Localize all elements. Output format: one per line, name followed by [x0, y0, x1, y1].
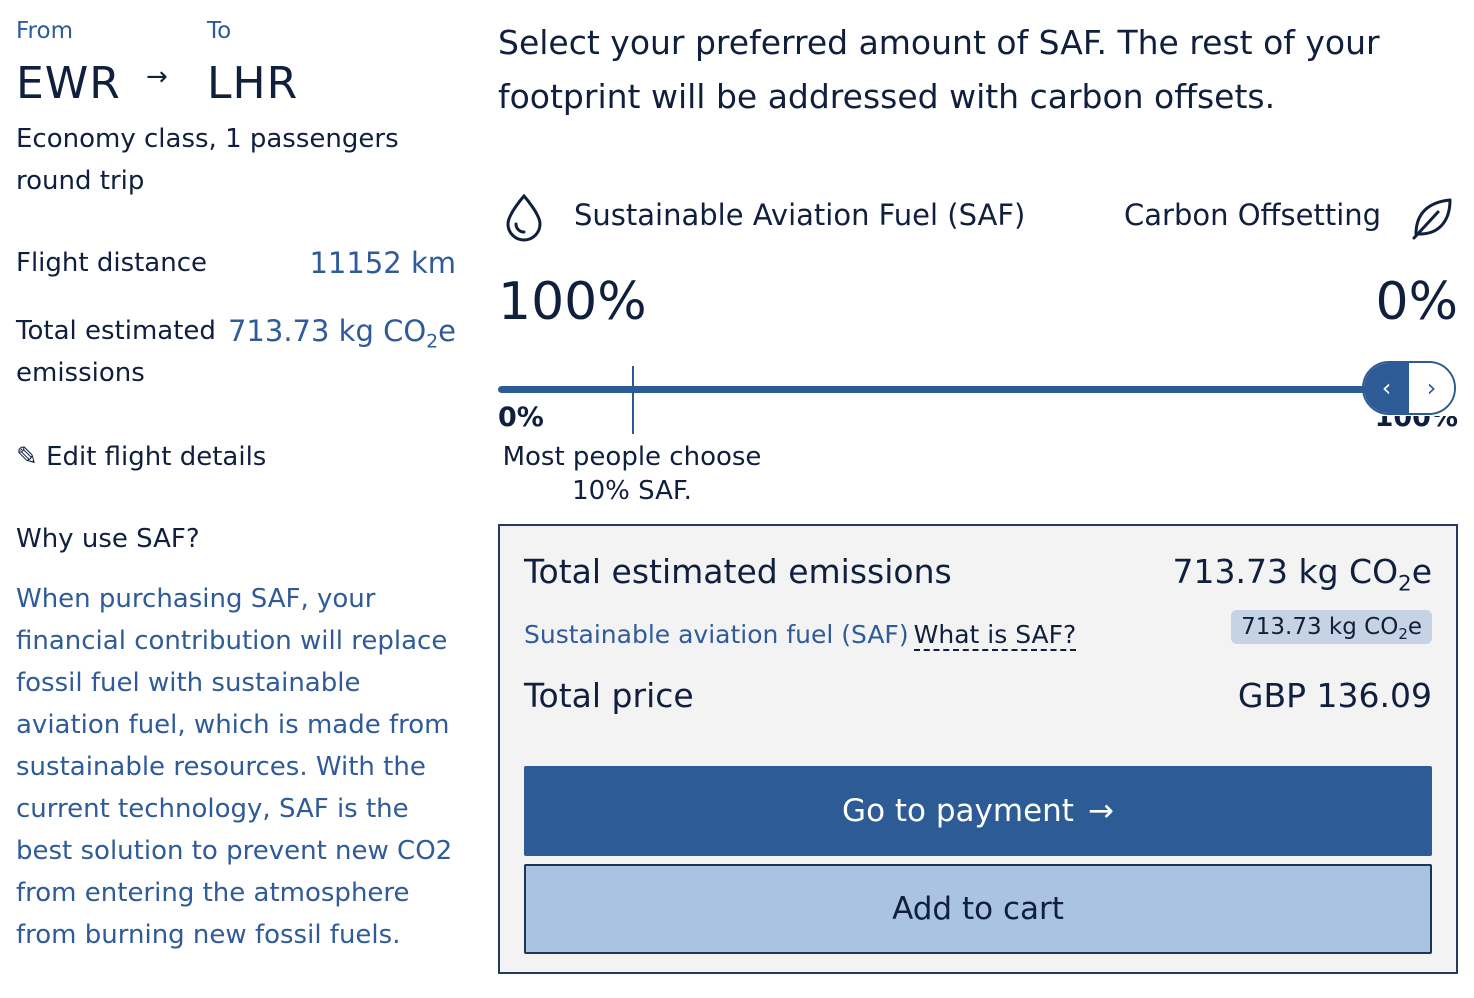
drop-icon — [502, 192, 546, 246]
why-saf-description: When purchasing SAF, your financial cont… — [16, 584, 453, 950]
carbon-offset-category-label: Carbon Offsetting — [1124, 198, 1382, 232]
add-to-cart-button[interactable]: Add to cart — [524, 864, 1432, 954]
chevron-left-icon[interactable]: ‹ — [1364, 363, 1409, 413]
saf-selection-headline: Select your preferred amount of SAF. The… — [498, 23, 1380, 116]
saf-amount-badge: 713.73 kg CO2e — [1231, 610, 1432, 644]
total-emissions-label: Total estimated emissions — [16, 316, 216, 388]
saf-slider-handle[interactable]: ‹ › — [1362, 361, 1456, 415]
offset-percentage: 0% — [1375, 272, 1459, 332]
origin-airport-code: EWR — [16, 58, 121, 109]
popular-choice-hint: Most people choose 10% SAF. — [502, 442, 762, 506]
flight-distance-value: 11152 km — [309, 246, 456, 280]
saf-amount-badge-wrap: 713.73 kg CO2e — [1190, 610, 1432, 644]
saf-row-label: Sustainable aviation fuel (SAF) — [524, 620, 909, 649]
edit-flight-details-label: Edit flight details — [46, 442, 267, 472]
leaf-icon — [1408, 194, 1456, 246]
chevron-right-icon[interactable]: › — [1409, 363, 1454, 413]
from-label: From — [16, 18, 73, 44]
total-price-value: GBP 136.09 — [1237, 676, 1432, 715]
saf-row: Sustainable aviation fuel (SAF) What is … — [524, 620, 1077, 651]
destination-airport-code: LHR — [207, 58, 299, 109]
why-saf-heading: Why use SAF? — [16, 524, 200, 554]
slider-min-label: 0% — [498, 402, 544, 433]
total-price-label: Total price — [524, 676, 694, 715]
summary-emissions-value: 713.73 kg CO2e — [1172, 552, 1432, 597]
saf-category-label: Sustainable Aviation Fuel (SAF) — [574, 198, 1026, 232]
saf-percentage: 100% — [498, 272, 647, 332]
go-to-payment-label: Go to payment — [842, 793, 1074, 829]
what-is-saf-link[interactable]: What is SAF? — [913, 620, 1077, 651]
total-emissions-value: 713.73 kg CO2e — [227, 314, 456, 353]
go-to-payment-button[interactable]: Go to payment → — [524, 766, 1432, 856]
arrow-right-icon: → — [1087, 793, 1114, 829]
popular-choice-marker — [632, 366, 634, 434]
summary-emissions-label: Total estimated emissions — [524, 552, 952, 591]
pencil-icon: ✎ — [16, 442, 38, 472]
to-label: To — [207, 18, 232, 44]
saf-slider-track[interactable] — [498, 386, 1408, 393]
flight-distance-label: Flight distance — [16, 248, 208, 278]
edit-flight-details-link[interactable]: ✎ Edit flight details — [16, 442, 266, 472]
route-arrow-icon: → — [146, 62, 168, 92]
travel-class-info: Economy class, 1 passengers round trip — [16, 124, 399, 196]
